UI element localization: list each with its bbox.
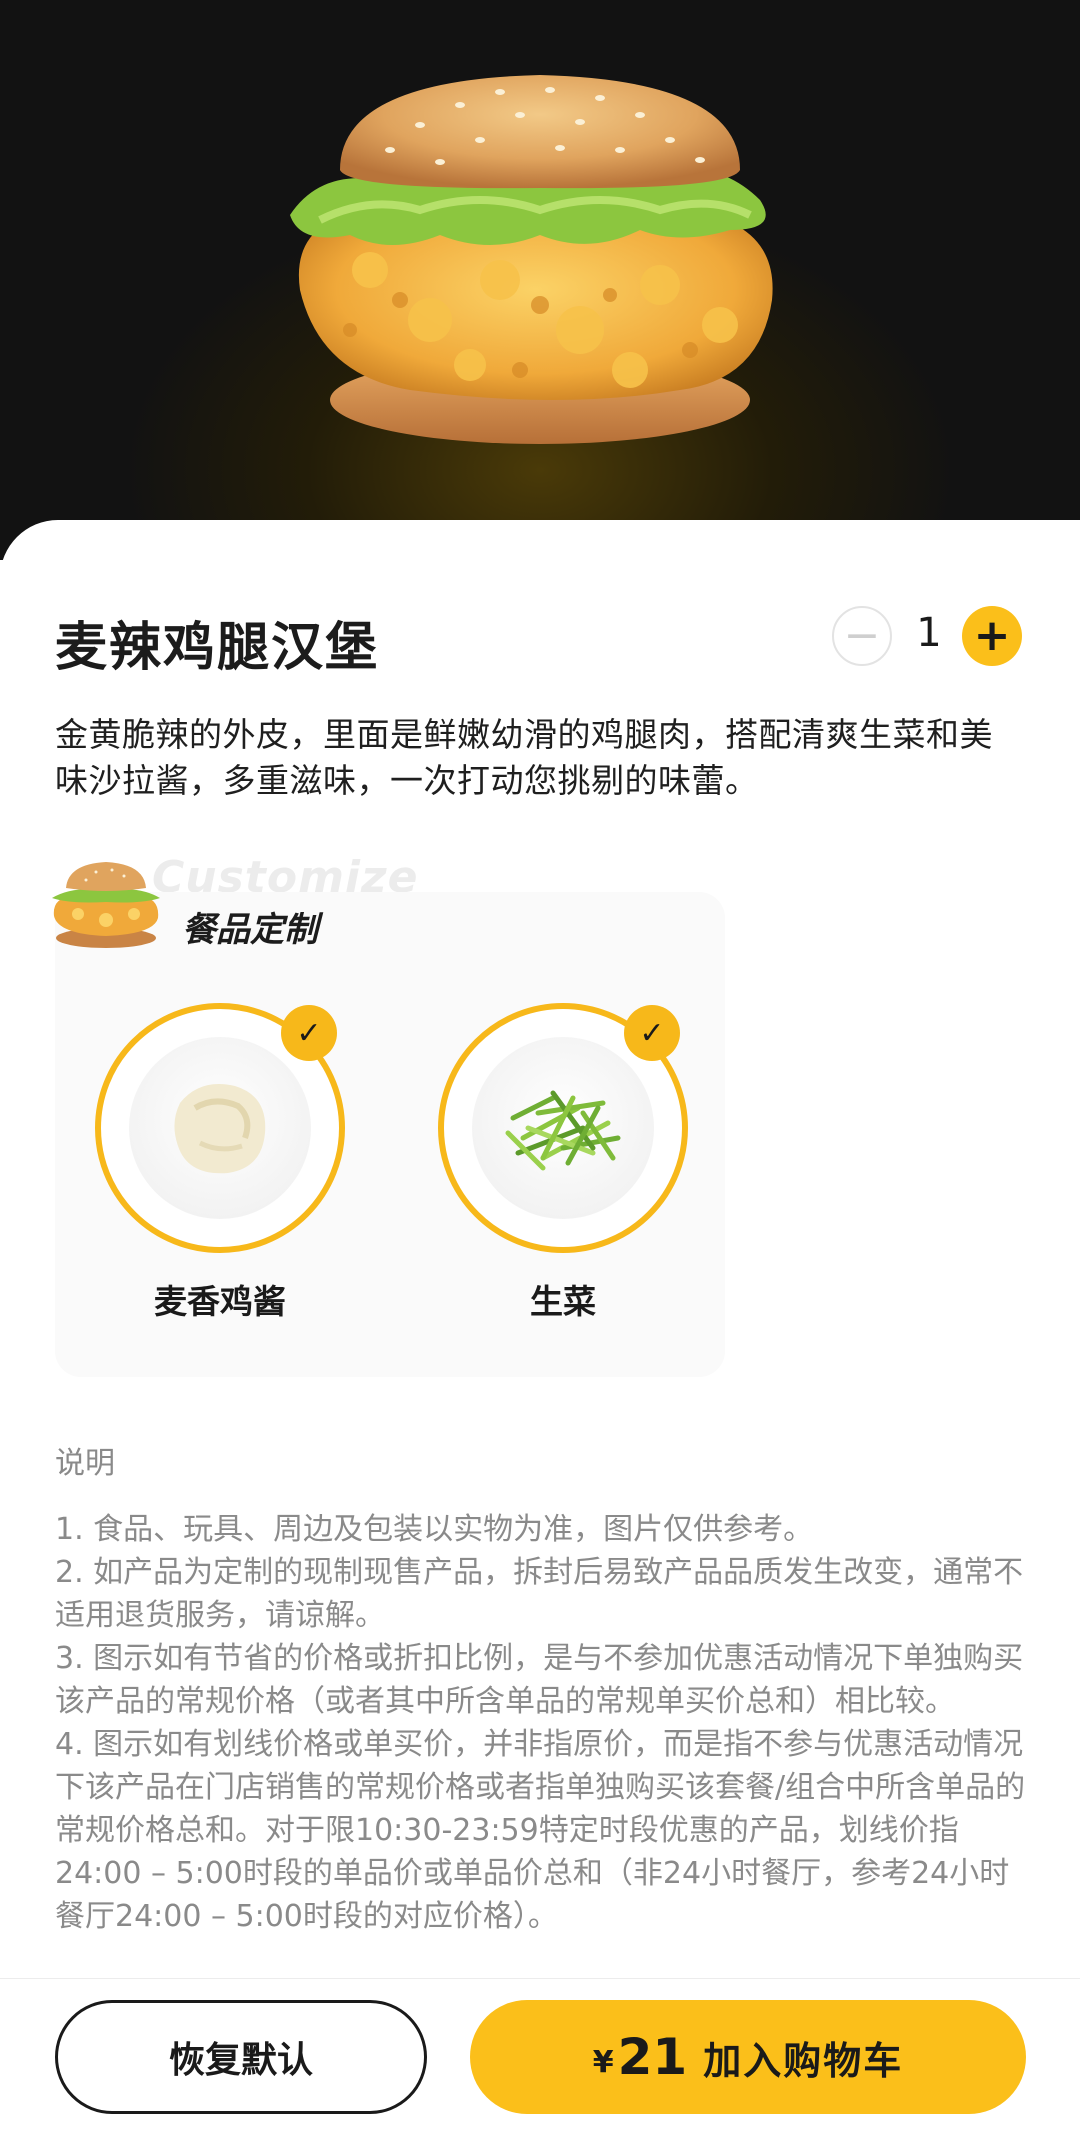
check-icon: ✓ bbox=[281, 1005, 337, 1061]
product-description: 金黄脆辣的外皮，里面是鲜嫩幼滑的鸡腿肉，搭配清爽生菜和美味沙拉酱，多重滋味，一次… bbox=[55, 715, 993, 800]
option-label: 麦香鸡酱 bbox=[154, 1282, 286, 1321]
notes-heading: 说明 bbox=[55, 1446, 115, 1481]
customize-title: 餐品定制 bbox=[182, 910, 318, 950]
sauce-icon bbox=[174, 1084, 266, 1174]
lettuce-icon bbox=[505, 1090, 621, 1171]
currency-symbol: ¥ bbox=[592, 2044, 614, 2080]
plus-icon[interactable]: + bbox=[962, 606, 1022, 666]
check-icon: ✓ bbox=[624, 1005, 680, 1061]
option-sauce[interactable]: ✓ 麦香鸡酱 bbox=[95, 1003, 345, 1333]
product-hero-image bbox=[0, 0, 1080, 560]
add-to-cart-label: 加入购物车 bbox=[703, 2038, 904, 2083]
product-title: 麦辣鸡腿汉堡 bbox=[55, 618, 380, 678]
price-value: 21 bbox=[617, 2028, 688, 2086]
burger-image bbox=[290, 75, 773, 444]
reset-default-button[interactable]: 恢复默认 bbox=[55, 2000, 427, 2114]
option-lettuce[interactable]: ✓ 生菜 bbox=[438, 1003, 688, 1333]
add-to-cart-button[interactable]: ¥ 21 加入购物车 bbox=[470, 2000, 1026, 2114]
burger-thumbnail-icon bbox=[52, 862, 160, 948]
notes-list: 1. 食品、玩具、周边及包装以实物为准，图片仅供参考。 2. 如产品为定制的现制… bbox=[55, 1508, 1035, 1938]
quantity-stepper: − 1 + bbox=[832, 604, 1022, 668]
minus-icon[interactable]: − bbox=[832, 606, 892, 666]
note-item: 4. 图示如有划线价格或单买价，并非指原价，而是指不参与优惠活动情况下该产品在门… bbox=[55, 1727, 1026, 1934]
note-item: 2. 如产品为定制的现制现售产品，拆封后易致产品品质发生改变，通常不适用退货服务… bbox=[55, 1555, 1024, 1633]
note-item: 1. 食品、玩具、周边及包装以实物为准，图片仅供参考。 bbox=[55, 1512, 814, 1547]
quantity-value: 1 bbox=[916, 610, 942, 656]
option-label: 生菜 bbox=[530, 1282, 596, 1321]
note-item: 3. 图示如有节省的价格或折扣比例，是与不参加优惠活动情况下单独购买该产品的常规… bbox=[55, 1641, 1024, 1719]
